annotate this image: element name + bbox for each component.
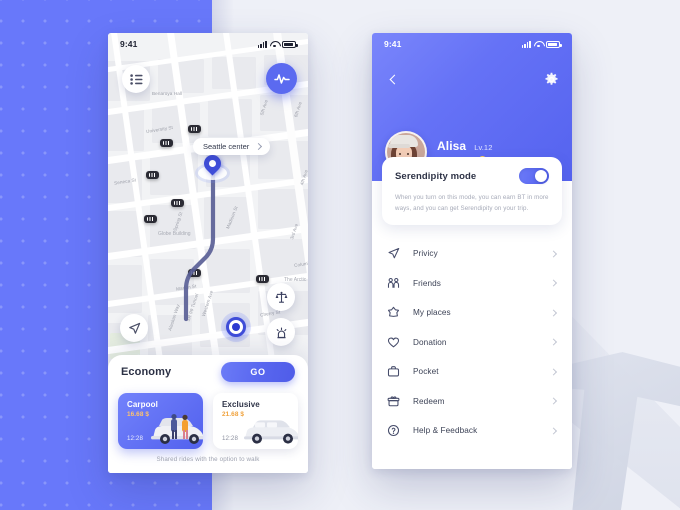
settings-menu-list: Privicy Friends My places Donation Pocke…: [372, 233, 572, 469]
chevron-right-icon: [549, 397, 558, 405]
chevron-left-icon: [389, 74, 399, 84]
right-status-bar: 9:41: [372, 33, 572, 55]
user-level-badge: Lv.12: [474, 143, 493, 152]
exclusive-car-illustration: [244, 420, 298, 444]
gear-icon: [545, 72, 557, 85]
ride-option-price: 16.68 $: [127, 411, 150, 418]
ride-option-name: Carpool: [127, 400, 158, 409]
chevron-right-icon: [549, 309, 558, 317]
chevron-right-icon: [549, 338, 558, 346]
briefcase-icon: [386, 364, 401, 379]
ride-options-sheet: Economy GO Carpool 16.68 $ 12:28 Exclusi…: [108, 355, 308, 473]
left-status-bar: 9:41: [108, 33, 308, 55]
map-vehicle-marker[interactable]: [188, 125, 201, 133]
wifi-icon: [270, 41, 279, 48]
settings-button[interactable]: [541, 69, 561, 89]
right-phone-mockup: 9:41 Alisa Lv.12 ST: 30.000: [372, 33, 572, 469]
menu-item-label: Redeem: [413, 396, 445, 406]
map-vehicle-marker[interactable]: [256, 275, 269, 283]
wifi-icon: [534, 41, 543, 48]
serendipity-description: When you turn on this mode, you can earn…: [395, 194, 549, 212]
heart-icon: [386, 335, 401, 350]
ride-option-price: 21.68 $: [222, 411, 245, 418]
ride-option-time: 12:28: [222, 435, 238, 442]
siren-alarm-icon: [276, 326, 286, 338]
menu-item-label: My places: [413, 308, 451, 318]
question-circle-icon: [386, 423, 401, 438]
map-poi-label: The Arctic: [284, 277, 307, 283]
locate-fab[interactable]: [120, 314, 148, 342]
paper-plane-icon: [386, 246, 401, 261]
destination-chip[interactable]: Seattle center: [193, 138, 271, 155]
battery-icon: [546, 40, 562, 48]
destination-pin[interactable]: [200, 151, 225, 177]
menu-item-label: Pocket: [413, 367, 439, 377]
chevron-right-icon: [549, 368, 558, 376]
menu-item-my-places[interactable]: My places: [372, 298, 572, 328]
menu-list-fab[interactable]: [122, 65, 150, 93]
serendipity-title: Serendipity mode: [395, 171, 477, 182]
gift-box-icon: [386, 394, 401, 409]
menu-item-label: Friends: [413, 278, 442, 288]
serendipity-mode-card: Serendipity mode When you turn on this m…: [382, 157, 562, 225]
activity-pulse-icon: [273, 73, 290, 84]
sheet-footer-note: Shared rides with the option to walk: [156, 456, 260, 463]
ride-option-carpool[interactable]: Carpool 16.68 $ 12:28: [118, 393, 203, 449]
menu-item-donation[interactable]: Donation: [372, 328, 572, 358]
go-button[interactable]: GO: [221, 362, 295, 382]
alert-fab[interactable]: [267, 318, 295, 346]
battery-icon: [282, 40, 298, 48]
page-background: [0, 0, 680, 510]
map-vehicle-marker[interactable]: [160, 139, 173, 147]
list-icon: [129, 73, 142, 85]
map-vehicle-marker[interactable]: [146, 171, 159, 179]
origin-pin[interactable]: [226, 317, 246, 337]
star-outline-icon: [386, 305, 401, 320]
user-name: Alisa: [437, 139, 467, 153]
sheet-header: Economy GO: [108, 355, 308, 389]
carpool-illustration: [151, 414, 203, 444]
menu-item-label: Privicy: [413, 249, 438, 259]
chevron-right-icon: [255, 142, 263, 151]
status-time: 9:41: [120, 39, 138, 49]
left-phone-mockup: Benaroya Hall University St Seneca St Sp…: [108, 33, 308, 473]
menu-item-label: Help & Feedback: [413, 426, 478, 436]
signal-bars-icon: [521, 40, 531, 48]
people-group-icon: [386, 276, 401, 291]
map-vehicle-marker[interactable]: [188, 269, 201, 277]
ride-option-time: 12:28: [127, 435, 143, 442]
destination-chip-label: Seattle center: [203, 142, 250, 151]
menu-item-friends[interactable]: Friends: [372, 269, 572, 299]
status-time: 9:41: [384, 39, 402, 49]
serendipity-toggle[interactable]: [519, 168, 549, 184]
balance-scales-icon: [275, 291, 287, 303]
ride-option-exclusive[interactable]: Exclusive 21.68 $ 12:28: [213, 393, 298, 449]
navigation-arrow-icon: [128, 322, 140, 334]
pulse-fab[interactable]: [266, 63, 297, 94]
menu-item-privicy[interactable]: Privicy: [372, 239, 572, 269]
menu-item-help-feedback[interactable]: Help & Feedback: [372, 416, 572, 446]
sheet-title: Economy: [121, 366, 172, 378]
map-vehicle-marker[interactable]: [171, 199, 184, 207]
map-poi-label: Globe Building: [158, 231, 191, 237]
ride-option-name: Exclusive: [222, 400, 260, 409]
menu-item-redeem[interactable]: Redeem: [372, 387, 572, 417]
map-street-label: Benaroya Hall: [152, 91, 183, 96]
chevron-right-icon: [549, 279, 558, 287]
signal-bars-icon: [257, 40, 267, 48]
back-button[interactable]: [383, 69, 403, 89]
menu-item-pocket[interactable]: Pocket: [372, 357, 572, 387]
chevron-right-icon: [549, 250, 558, 258]
chevron-right-icon: [549, 427, 558, 435]
menu-item-label: Donation: [413, 337, 447, 347]
map-vehicle-marker[interactable]: [144, 215, 157, 223]
scale-fab[interactable]: [267, 283, 295, 311]
